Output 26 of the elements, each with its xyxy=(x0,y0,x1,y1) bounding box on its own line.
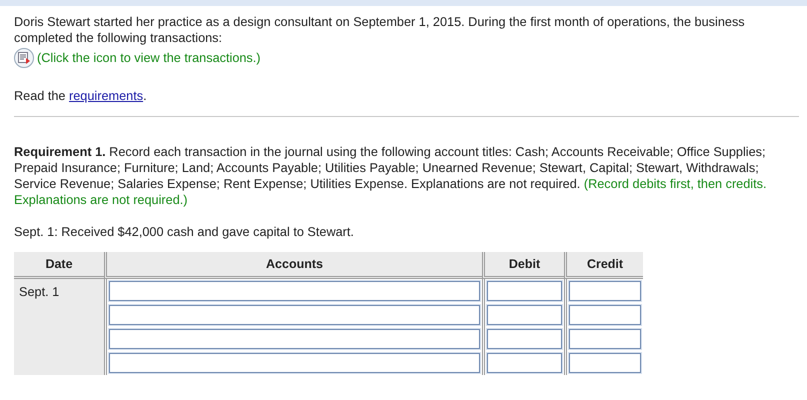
debit-field[interactable] xyxy=(487,281,562,301)
intro-text: Doris Stewart started her practice as a design consultant on September 1, 2015. During the first month of operations, the business completed the following transactions: xyxy=(14,14,746,46)
debit-field[interactable] xyxy=(487,305,562,325)
debit-field[interactable] xyxy=(487,353,562,373)
debit-field[interactable] xyxy=(487,329,562,349)
account-field[interactable] xyxy=(109,281,480,301)
credit-field[interactable] xyxy=(569,281,641,301)
column-header: Debit xyxy=(482,252,564,279)
account-field[interactable] xyxy=(109,305,480,325)
read-text: Read the xyxy=(14,89,66,103)
requirements-link[interactable]: requirements xyxy=(69,89,144,103)
credit-field[interactable] xyxy=(569,305,641,325)
notepad-icon xyxy=(18,52,30,64)
credit-field[interactable] xyxy=(569,329,641,349)
credit-field[interactable] xyxy=(569,353,641,373)
requirement-text: Requirement 1. Record each transaction in the journal using the following account titles: Cash; Accounts Receivable; Office Supplies; Prepaid Insurance; Furniture; Land; Accounts Payable; Utilities Payable; Unearned Revenue; Stewart, Capital; Stewart, Withdrawals; Service Revenue; Salaries Expense; Rent Expense; Utilities Expense. Explanations are not required. (Record debits first, then credits. Explanations are not required.) xyxy=(14,144,768,208)
column-header: Credit xyxy=(564,252,643,279)
date-cell: Sept. 1 xyxy=(14,279,104,375)
account-field[interactable] xyxy=(109,353,480,373)
transaction-text: Sept. 1: Received $42,000 cash and gave capital to Stewart. xyxy=(14,224,355,240)
icon-hint-text: (Click the icon to view the transactions.) xyxy=(37,51,261,65)
account-field[interactable] xyxy=(109,329,480,349)
column-header: Date xyxy=(14,252,104,279)
column-header: Accounts xyxy=(104,252,482,279)
period-text: . xyxy=(143,89,147,103)
view-transactions-button[interactable] xyxy=(14,48,34,68)
